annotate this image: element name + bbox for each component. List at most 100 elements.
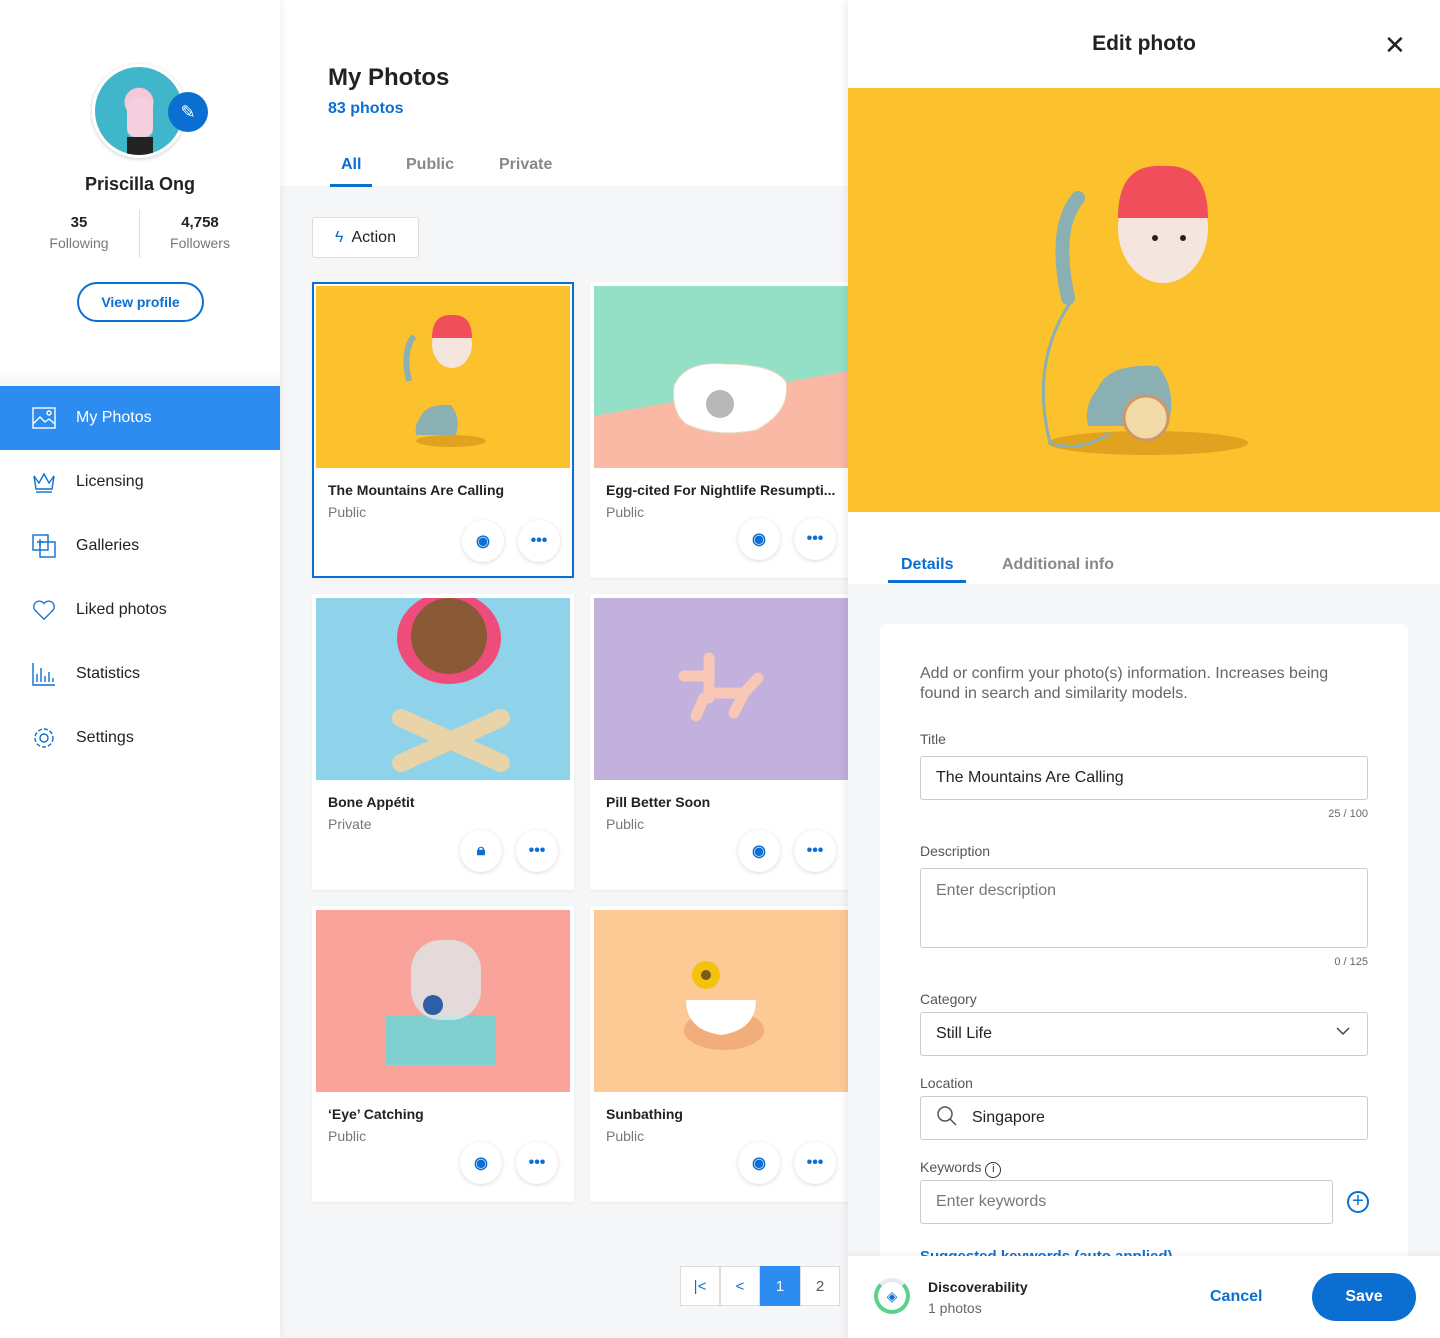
more-icon: ••• xyxy=(530,532,548,549)
photo-preview xyxy=(848,88,1440,512)
discoverability-progress: ◈ xyxy=(874,1278,910,1314)
followers-stat[interactable]: 4,758 Followers xyxy=(140,214,260,251)
sidebar-item-label: Liked photos xyxy=(76,601,167,618)
sidebar-item-galleries[interactable]: Galleries xyxy=(0,514,280,578)
eye-icon: ◉ xyxy=(752,1155,766,1172)
action-button[interactable]: ϟ Action xyxy=(312,217,419,258)
photo-title: Pill Better Soon xyxy=(606,794,711,810)
visibility-public-button[interactable]: ◉ xyxy=(460,1142,502,1184)
visibility-public-button[interactable]: ◉ xyxy=(738,1142,780,1184)
sidebar-item-licensing[interactable]: Licensing xyxy=(0,450,280,514)
lock-icon: 🔒︎ xyxy=(476,842,486,859)
pagination: |< < 1 2 xyxy=(680,1266,840,1306)
photo-card[interactable]: Sunbathing Public ◉ ••• xyxy=(590,906,848,1202)
photo-title: Egg-cited For Nightlife Resumpti... xyxy=(606,482,836,498)
info-icon[interactable]: i xyxy=(985,1162,1002,1178)
photo-thumbnail[interactable] xyxy=(316,598,570,780)
more-icon: ••• xyxy=(806,530,824,547)
sidebar-item-label: My Photos xyxy=(76,409,152,426)
gallery-add-icon xyxy=(32,534,56,558)
sidebar-item-statistics[interactable]: Statistics xyxy=(0,642,280,706)
more-icon: ••• xyxy=(528,1154,546,1171)
image-icon xyxy=(32,406,56,430)
tab-details[interactable]: Details xyxy=(888,556,967,583)
eye-icon: ◉ xyxy=(752,531,766,548)
title-input[interactable]: The Mountains Are Calling xyxy=(920,756,1368,800)
visibility-public-button[interactable]: ◉ xyxy=(738,518,780,560)
tab-additional-info[interactable]: Additional info xyxy=(1002,556,1114,584)
visibility-public-button[interactable]: ◉ xyxy=(462,520,504,562)
more-options-button[interactable]: ••• xyxy=(794,1142,836,1184)
save-button[interactable]: Save xyxy=(1312,1273,1416,1321)
category-value: Still Life xyxy=(936,1025,993,1042)
photo-thumbnail[interactable] xyxy=(594,910,848,1092)
photo-card[interactable]: The Mountains Are Calling Public ◉ ••• xyxy=(312,282,574,578)
title-value: The Mountains Are Calling xyxy=(936,769,1124,786)
page-2-button[interactable]: 2 xyxy=(800,1266,840,1306)
panel-footer: ◈ Discoverability 1 photos Cancel Save xyxy=(848,1256,1440,1338)
sidebar-item-label: Statistics xyxy=(76,665,141,682)
description-label: Description xyxy=(920,843,991,859)
photo-card[interactable]: Pill Better Soon Public ◉ ••• xyxy=(590,594,848,890)
eye-icon: ◉ xyxy=(476,533,490,550)
page-1-button[interactable]: 1 xyxy=(760,1266,800,1306)
photo-thumbnail[interactable] xyxy=(316,910,570,1092)
more-options-button[interactable]: ••• xyxy=(518,520,560,562)
view-profile-button[interactable]: View profile xyxy=(77,282,204,322)
photo-title: ‘Eye’ Catching xyxy=(328,1106,424,1122)
sidebar-item-label: Settings xyxy=(76,729,134,746)
close-icon[interactable]: ✕ xyxy=(1384,30,1406,61)
photo-thumbnail[interactable] xyxy=(316,286,570,468)
photo-title: Sunbathing xyxy=(606,1106,683,1122)
followers-count: 4,758 xyxy=(181,214,219,231)
edit-avatar-button[interactable]: ✎ xyxy=(168,92,208,132)
title-char-count: 25 / 100 xyxy=(1328,808,1368,820)
description-input[interactable]: Enter description xyxy=(920,868,1368,948)
add-keyword-icon[interactable]: + xyxy=(1347,1191,1369,1213)
keywords-input[interactable]: Enter keywords xyxy=(920,1180,1333,1224)
photo-card[interactable]: ‘Eye’ Catching Public ◉ ••• xyxy=(312,906,574,1202)
sidebar: ✎ Priscilla Ong 35 Following 4,758 Followe… xyxy=(0,0,280,1338)
lightning-icon: ϟ xyxy=(335,228,344,246)
chevron-down-icon xyxy=(1335,1023,1351,1044)
photo-thumbnail[interactable] xyxy=(594,286,848,468)
visibility-private-button[interactable]: 🔒︎ xyxy=(460,830,502,872)
first-page-button[interactable]: |< xyxy=(680,1266,720,1306)
more-options-button[interactable]: ••• xyxy=(794,518,836,560)
tab-private[interactable]: Private xyxy=(499,156,552,184)
location-label: Location xyxy=(920,1075,973,1091)
following-label: Following xyxy=(49,235,109,251)
more-options-button[interactable]: ••• xyxy=(516,1142,558,1184)
prev-page-button[interactable]: < xyxy=(720,1266,760,1306)
photo-card[interactable]: Bone Appétit Private 🔒︎ ••• xyxy=(312,594,574,890)
edit-photo-panel: Edit photo ✕ Details Additional info Add… xyxy=(848,0,1440,1338)
visibility-public-button[interactable]: ◉ xyxy=(738,830,780,872)
description-placeholder: Enter description xyxy=(936,882,1057,899)
category-select[interactable]: Still Life xyxy=(920,1012,1368,1056)
eye-icon: ◉ xyxy=(474,1155,488,1172)
more-icon: ••• xyxy=(806,842,824,859)
panel-tabs: Details Additional info xyxy=(848,512,1440,584)
action-label: Action xyxy=(351,228,396,246)
following-stat[interactable]: 35 Following xyxy=(19,214,139,251)
pencil-icon: ✎ xyxy=(180,101,196,122)
bar-chart-icon xyxy=(32,662,56,686)
title-label: Title xyxy=(920,731,946,747)
photo-status: Public xyxy=(328,504,367,520)
location-input[interactable]: Singapore xyxy=(920,1096,1368,1140)
cancel-button[interactable]: Cancel xyxy=(1210,1288,1262,1306)
photo-thumbnail[interactable] xyxy=(594,598,848,780)
more-options-button[interactable]: ••• xyxy=(516,830,558,872)
heart-icon xyxy=(32,598,56,622)
discoverability-icon: ◈ xyxy=(886,1287,898,1304)
sidebar-item-liked-photos[interactable]: Liked photos xyxy=(0,578,280,642)
sidebar-item-my-photos[interactable]: My Photos xyxy=(0,386,280,450)
keywords-placeholder: Enter keywords xyxy=(936,1193,1047,1210)
more-options-button[interactable]: ••• xyxy=(794,830,836,872)
search-icon xyxy=(936,1105,958,1132)
sidebar-item-settings[interactable]: Settings xyxy=(0,706,280,770)
discoverability-label: Discoverability xyxy=(928,1279,1028,1295)
tab-all[interactable]: All xyxy=(330,156,373,187)
photo-card[interactable]: Egg-cited For Nightlife Resumpti... Publ… xyxy=(590,282,848,578)
tab-public[interactable]: Public xyxy=(406,156,454,184)
